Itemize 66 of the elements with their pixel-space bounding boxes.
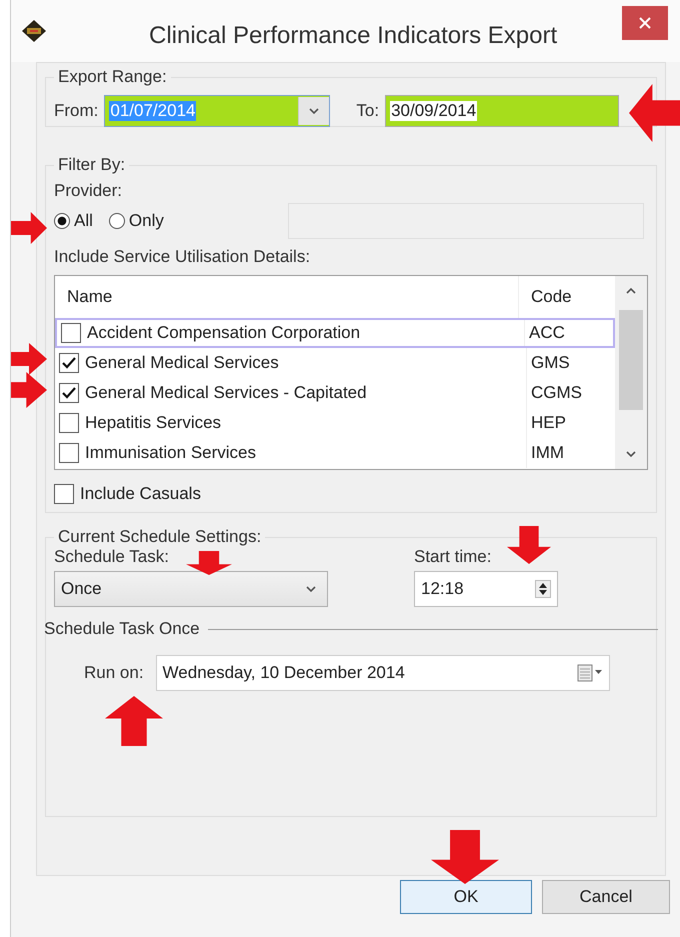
field-label: Schedule Task: <box>54 547 169 567</box>
table-cell: ACC <box>529 323 565 343</box>
column-header[interactable]: Name <box>55 276 519 318</box>
column-header[interactable]: Code <box>519 276 615 318</box>
arrow-icon <box>186 551 232 575</box>
scroll-down-icon[interactable] <box>625 449 637 459</box>
section-heading: Schedule Task Once <box>44 619 200 639</box>
chevron-icon <box>308 106 320 116</box>
checkbox[interactable] <box>59 353 79 373</box>
check-icon <box>62 387 76 399</box>
list-row[interactable]: Accident Compensation Corporation ACC <box>55 318 615 348</box>
field-label: Run on: <box>84 663 144 683</box>
checkbox[interactable] <box>59 383 79 403</box>
group-label: Export Range: <box>57 67 168 87</box>
radio-button[interactable] <box>54 213 70 229</box>
dropdown[interactable]: Once <box>54 571 328 607</box>
checkbox[interactable] <box>61 323 81 343</box>
close-button[interactable] <box>622 6 668 40</box>
arrow-icon <box>11 372 47 408</box>
field-label: To: <box>356 101 380 121</box>
field-label: Start time: <box>414 547 492 567</box>
table-cell: Accident Compensation Corporation <box>87 323 360 343</box>
group-label: Filter By: <box>57 155 126 175</box>
scroll-up-icon[interactable] <box>625 286 637 296</box>
checkbox[interactable] <box>54 484 74 504</box>
check-icon <box>62 357 76 369</box>
field-label: From: <box>54 101 98 121</box>
window-title: Clinical Performance Indicators Export <box>149 22 558 50</box>
list-row[interactable]: Immunisation Services IMM <box>55 438 615 468</box>
scroll-thumb[interactable] <box>619 310 643 410</box>
chevron-icon <box>305 584 317 594</box>
arrow-icon <box>629 84 680 142</box>
checkbox-option[interactable]: Include Casuals <box>54 484 648 504</box>
arrow-icon <box>105 696 163 746</box>
list-row[interactable]: General Medical Services GMS <box>55 348 615 378</box>
table-cell: Immunisation Services <box>85 443 256 463</box>
list-label: Include Service Utilisation Details: <box>54 247 312 267</box>
arrow-icon <box>11 212 47 244</box>
scrollbar[interactable] <box>615 276 647 469</box>
time-field[interactable]: 12:18 <box>414 571 558 607</box>
arrow-icon <box>11 343 47 375</box>
table-cell: General Medical Services <box>85 353 279 373</box>
checkbox[interactable] <box>59 413 79 433</box>
radio-option[interactable]: All <box>54 211 93 231</box>
group-label: Current Schedule Settings: <box>57 527 262 547</box>
table-cell: IMM <box>531 443 564 463</box>
calendar-icon[interactable] <box>576 664 603 682</box>
date-field[interactable]: 30/09/2014 <box>385 95 620 127</box>
dialog-button[interactable]: OK <box>400 880 532 914</box>
table-cell: GMS <box>531 353 570 373</box>
arrow-icon <box>431 830 499 884</box>
table-cell: HEP <box>531 413 566 433</box>
table-cell: General Medical Services - Capitated <box>85 383 367 403</box>
table-cell: CGMS <box>531 383 582 403</box>
list-row[interactable]: General Medical Services - Capitated CGMS <box>55 378 615 408</box>
list-row[interactable]: Hepatitis Services HEP <box>55 408 615 438</box>
radio-option[interactable]: Only <box>108 211 164 231</box>
field-label: Provider: <box>54 181 124 201</box>
close-icon <box>639 17 651 29</box>
dialog-button[interactable]: Cancel <box>542 880 670 914</box>
app-icon <box>21 19 47 43</box>
radio-button[interactable] <box>108 213 125 229</box>
checkbox[interactable] <box>59 443 79 463</box>
date-picker[interactable]: Wednesday, 10 December 2014 <box>156 655 610 691</box>
table-cell: Hepatitis Services <box>85 413 222 433</box>
arrow-icon <box>507 526 551 564</box>
